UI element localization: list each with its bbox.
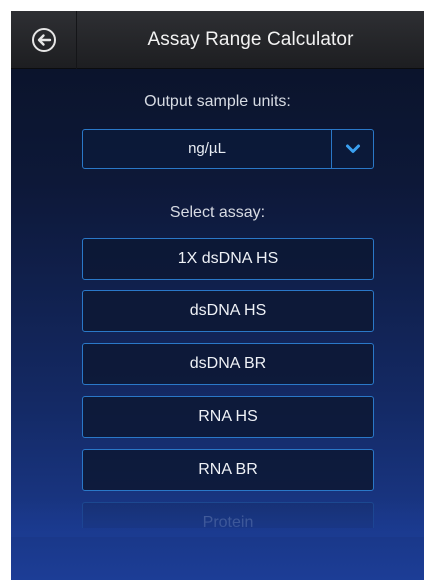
- select-assay-label: Select assay:: [169, 204, 266, 221]
- assay-button-rna-hs[interactable]: RNA HS: [82, 396, 374, 438]
- output-units-select[interactable]: ng/µL: [82, 129, 374, 169]
- chevron-down-icon[interactable]: [332, 130, 374, 168]
- page-title: Assay Range Calculator: [147, 29, 354, 50]
- circle-arrow-left-icon: [31, 27, 57, 53]
- back-button[interactable]: [11, 11, 77, 69]
- output-units-value: ng/µL: [188, 140, 226, 157]
- assay-button-dsdna-br[interactable]: dsDNA BR: [82, 343, 374, 385]
- header-bar: Assay Range Calculator: [11, 11, 424, 69]
- assay-button-rna-br[interactable]: RNA BR: [82, 449, 374, 491]
- assay-button-protein[interactable]: Protein: [82, 502, 374, 528]
- output-units-label: Output sample units:: [144, 93, 291, 110]
- assay-button-dsdna-hs[interactable]: dsDNA HS: [82, 290, 374, 332]
- app-screen: Assay Range Calculator Output sample uni…: [11, 11, 424, 580]
- assay-button-1x-dsdna-hs[interactable]: 1X dsDNA HS: [82, 238, 374, 280]
